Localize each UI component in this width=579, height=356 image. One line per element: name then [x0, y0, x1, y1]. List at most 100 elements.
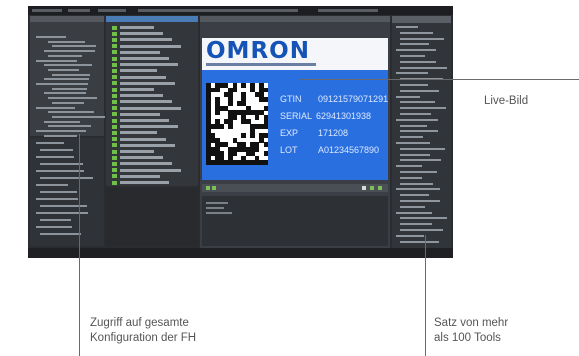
flow-item: [120, 131, 157, 135]
config-item: [40, 233, 81, 235]
config-item: [40, 149, 73, 151]
flow-item: [120, 125, 178, 129]
flow-status-mark: [112, 149, 117, 154]
configuration-panel[interactable]: [30, 138, 104, 246]
tree-item: [36, 83, 88, 85]
field-key-serial: SERIAL: [280, 111, 313, 121]
flow-item: [120, 69, 157, 73]
flow-status-mark: [112, 168, 117, 173]
field-value-lot: A01234567890: [318, 145, 380, 155]
tool-item: [400, 240, 439, 243]
flow-status-mark: [112, 112, 117, 117]
code-module: [214, 87, 220, 93]
tree-item: [48, 68, 79, 71]
tool-item: [400, 229, 443, 231]
tree-item: [48, 97, 97, 100]
tools-label-line1: Satz von mehr: [434, 317, 509, 329]
label-header: OMRON: [202, 38, 388, 70]
code-module: [263, 133, 269, 138]
flow-status-mark: [112, 93, 117, 98]
field-key-lot: LOT: [280, 145, 298, 155]
field-value-serial: 62941301938: [316, 111, 372, 121]
flow-header: [106, 16, 198, 22]
tool-item: [396, 188, 440, 191]
tool-list-panel[interactable]: [392, 16, 451, 248]
tool-item: [400, 37, 444, 40]
field-value-exp: 171208: [318, 128, 349, 138]
flow-item: [120, 119, 169, 122]
tool-item: [400, 101, 435, 104]
flow-item: [120, 156, 163, 160]
tree-item: [36, 130, 86, 132]
flow-item: [120, 150, 154, 153]
flow-status-mark: [112, 31, 117, 36]
flow-item: [120, 63, 178, 67]
config-item: [40, 177, 93, 179]
code-module: [232, 87, 238, 93]
flow-status-mark: [112, 106, 117, 111]
field-value-gtin: 09121579071291: [318, 94, 389, 104]
tool-item: [396, 211, 432, 214]
code-module: [219, 124, 224, 129]
project-tree-panel[interactable]: [30, 16, 105, 137]
tool-item: [396, 49, 436, 52]
flow-status-mark: [112, 143, 117, 148]
image-window-title: [200, 16, 390, 22]
flow-status-mark: [112, 161, 117, 166]
config-item: [36, 170, 84, 172]
measurement-flow-panel[interactable]: [106, 16, 198, 186]
tool-item: [400, 84, 428, 86]
config-item: [36, 226, 72, 228]
code-module: [232, 114, 238, 120]
flow-item: [120, 174, 160, 178]
tool-list-header: [392, 16, 451, 23]
flow-item: [120, 162, 172, 166]
config-item: [40, 219, 71, 221]
tool-item: [396, 118, 438, 121]
code-module: [250, 133, 255, 138]
live-image-label: Live-Bild: [484, 95, 529, 107]
callout-line-tools: [425, 235, 426, 356]
flow-toolbar-area[interactable]: [106, 188, 198, 246]
tree-item: [52, 87, 87, 90]
flow-item: [120, 57, 169, 60]
image-window[interactable]: OMRON GTIN 09121579071291 SERIAL 6294130…: [200, 16, 390, 248]
tool-item: [396, 142, 430, 144]
tree-item: [52, 101, 84, 104]
omron-logo: OMRON: [206, 38, 310, 64]
tree-item: [52, 115, 105, 118]
tree-item: [44, 64, 92, 67]
callout-line-live: [300, 79, 579, 80]
config-item: [36, 198, 78, 200]
tool-item: [400, 147, 445, 150]
tool-item: [396, 95, 420, 98]
tree-item: [48, 54, 82, 57]
flow-item: [120, 168, 181, 172]
tool-item: [400, 171, 437, 173]
tree-item: [48, 125, 91, 128]
tool-item: [400, 89, 439, 92]
code-module: [241, 83, 247, 88]
flow-item: [120, 88, 154, 91]
tree-item: [44, 134, 77, 137]
tool-item: [400, 107, 446, 110]
flow-item: [120, 44, 181, 48]
image-controls-bar[interactable]: [202, 184, 388, 192]
config-item: [40, 163, 83, 165]
tools-label-line2: als 100 Tools: [434, 332, 501, 344]
flow-status-mark: [112, 56, 117, 61]
project-tree[interactable]: [34, 34, 105, 142]
tool-item: [400, 136, 423, 139]
flow-item: [120, 81, 175, 85]
datamatrix-code: [206, 83, 269, 166]
flow-status-mark: [112, 180, 117, 185]
live-image[interactable]: OMRON GTIN 09121579071291 SERIAL 6294130…: [202, 38, 388, 180]
flow-item: [120, 94, 163, 98]
flow-item: [120, 75, 166, 79]
flow-status-mark: [112, 62, 117, 67]
flow-status-mark: [112, 68, 117, 73]
tool-item: [400, 182, 433, 185]
code-module: [263, 105, 269, 111]
menu-bar[interactable]: [28, 6, 453, 15]
flow-item: [120, 106, 181, 110]
